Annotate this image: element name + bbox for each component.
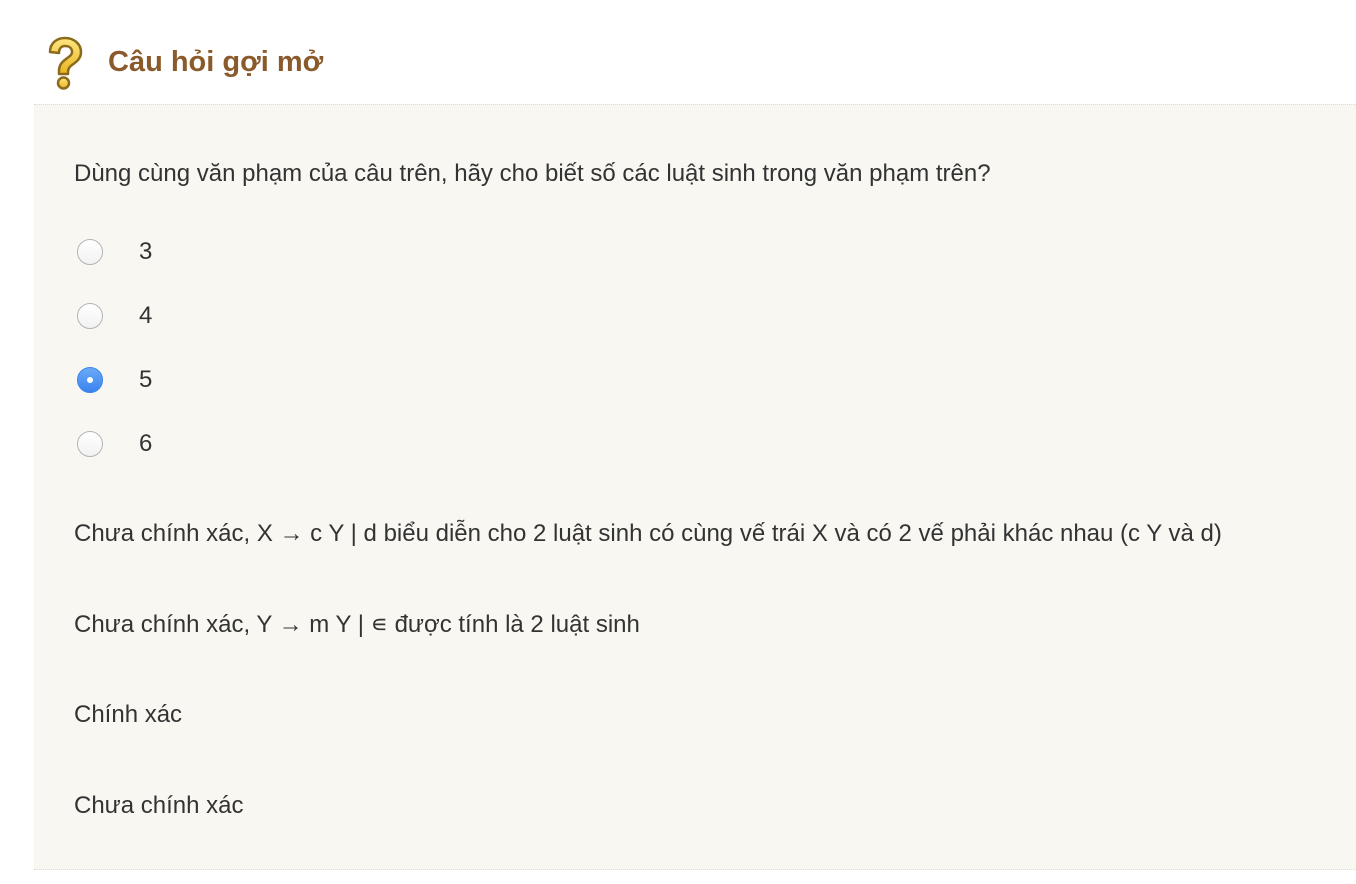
page-title: Câu hỏi gợi mở [108, 46, 324, 78]
option-4[interactable]: 4 [74, 300, 374, 332]
option-5[interactable]: 5 [74, 364, 374, 396]
feedback-option-3: Chưa chính xác, X → c Y | d biểu diễn ch… [74, 520, 1222, 547]
option-label: 3 [139, 238, 153, 265]
question-text: Dùng cùng văn phạm của câu trên, hãy cho… [74, 160, 991, 187]
feedback-option-6: Chưa chính xác [74, 792, 244, 819]
question-mark-icon [42, 36, 86, 90]
option-label: 4 [139, 302, 153, 329]
radio-button[interactable] [77, 239, 103, 265]
option-label: 5 [139, 366, 153, 393]
radio-button-selected[interactable] [77, 367, 103, 393]
option-6[interactable]: 6 [74, 428, 374, 460]
header: Câu hỏi gợi mở [0, 0, 1356, 104]
option-label: 6 [139, 430, 153, 457]
feedback-option-4: Chưa chính xác, Y → m Y | ∊ được tính là… [74, 611, 640, 638]
feedback-option-5: Chính xác [74, 701, 183, 728]
radio-button[interactable] [77, 431, 103, 457]
radio-button[interactable] [77, 303, 103, 329]
question-panel: Dùng cùng văn phạm của câu trên, hãy cho… [34, 104, 1356, 870]
option-3[interactable]: 3 [74, 236, 374, 268]
